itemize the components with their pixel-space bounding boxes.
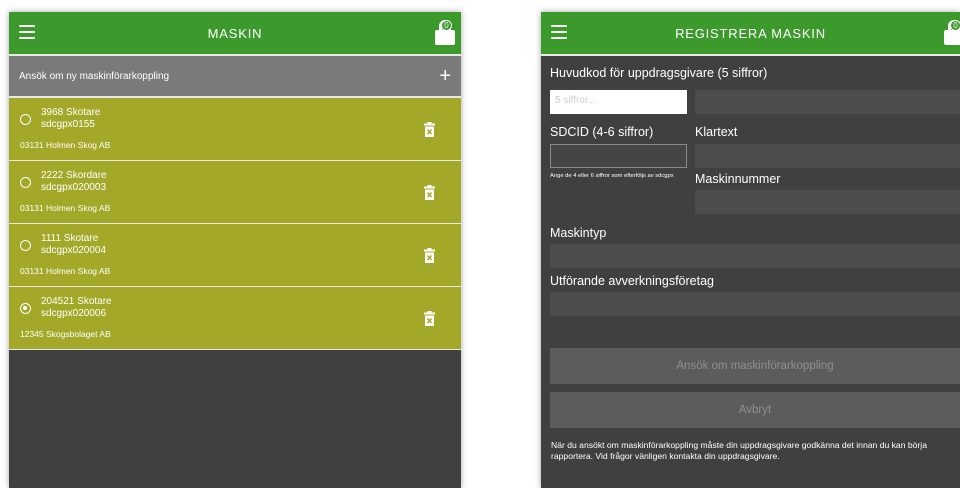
- huvudkod-name-field: [695, 90, 960, 114]
- register-form: Huvudkod för uppdragsgivare (5 siffror) …: [541, 56, 960, 486]
- huvudkod-placeholder: 5 siffror...: [555, 95, 596, 106]
- plus-icon[interactable]: +: [439, 66, 451, 86]
- sdcid-hint: Ange de 4 eller 6 siffror som efterföljs…: [550, 173, 674, 179]
- machine-name: 1111 Skotare: [41, 233, 99, 244]
- utforande-label: Utförande avverkningsföretag: [550, 274, 714, 288]
- machine-organization: 03131 Holmen Skog AB: [20, 140, 111, 150]
- lock-badge: 0: [950, 20, 960, 31]
- sdcid-label: SDCID (4-6 siffror): [550, 125, 654, 139]
- machine-code: sdcgpx020006: [41, 308, 107, 319]
- app-bar: REGISTRERA MASKIN 0: [541, 12, 960, 56]
- register-machine-screen: REGISTRERA MASKIN 0 Huvudkod för uppdrag…: [541, 12, 960, 488]
- hamburger-menu-icon[interactable]: [551, 25, 567, 39]
- trash-icon[interactable]: [424, 311, 435, 326]
- machine-name: 204521 Skotare: [41, 296, 112, 307]
- lock-icon[interactable]: 0: [435, 20, 455, 46]
- utforande-field: [550, 292, 960, 316]
- lock-icon[interactable]: 0: [944, 20, 960, 46]
- klartext-field: [695, 144, 960, 168]
- trash-icon[interactable]: [424, 122, 435, 137]
- maskintyp-field: [550, 244, 960, 268]
- maskinnummer-label: Maskinnummer: [695, 172, 781, 186]
- apply-connection-button[interactable]: Ansök om maskinförarkoppling: [550, 348, 960, 384]
- app-bar: MASKIN 0: [9, 12, 461, 56]
- page-title: MASKIN: [207, 25, 263, 41]
- apply-new-connection-label: Ansök om ny maskinförarkoppling: [19, 70, 170, 82]
- machine-code: sdcgpx020003: [41, 182, 107, 193]
- machine-list: 3968 Skotare sdcgpx0155 03131 Holmen Sko…: [9, 98, 461, 350]
- radio-button[interactable]: [20, 240, 31, 251]
- machine-list-screen: MASKIN 0 Ansök om ny maskinförarkoppling…: [9, 12, 461, 488]
- machine-code: sdcgpx0155: [41, 119, 95, 130]
- machine-name: 3968 Skotare: [41, 107, 101, 118]
- maskinnummer-field: [695, 190, 960, 214]
- machine-organization: 03131 Holmen Skog AB: [20, 266, 111, 276]
- machine-code: sdcgpx020004: [41, 245, 107, 256]
- machine-organization: 03131 Holmen Skog AB: [20, 203, 111, 213]
- trash-icon[interactable]: [424, 248, 435, 263]
- page-title: REGISTRERA MASKIN: [675, 25, 826, 41]
- sdcid-input[interactable]: [550, 144, 687, 168]
- machine-organization: 12345 Skogsbolaget AB: [20, 329, 111, 339]
- trash-icon[interactable]: [424, 185, 435, 200]
- klartext-label: Klartext: [695, 125, 738, 139]
- machine-item[interactable]: 1111 Skotare sdcgpx020004 03131 Holmen S…: [9, 224, 461, 287]
- machine-item[interactable]: 204521 Skotare sdcgpx020006 12345 Skogsb…: [9, 287, 461, 350]
- radio-button[interactable]: [20, 177, 31, 188]
- maskintyp-label: Maskintyp: [550, 226, 607, 240]
- radio-button[interactable]: [20, 303, 31, 314]
- radio-button[interactable]: [20, 114, 31, 125]
- apply-new-connection-row[interactable]: Ansök om ny maskinförarkoppling +: [9, 56, 461, 98]
- huvudkod-label: Huvudkod för uppdragsgivare (5 siffror): [550, 66, 768, 80]
- lock-badge: 0: [441, 20, 452, 31]
- machine-name: 2222 Skordare: [41, 170, 107, 181]
- machine-item[interactable]: 2222 Skordare sdcgpx020003 03131 Holmen …: [9, 161, 461, 224]
- cancel-button[interactable]: Avbryt: [550, 392, 960, 428]
- machine-item[interactable]: 3968 Skotare sdcgpx0155 03131 Holmen Sko…: [9, 98, 461, 161]
- info-note: När du ansökt om maskinförarkoppling mås…: [551, 440, 927, 461]
- huvudkod-input[interactable]: 5 siffror...: [550, 90, 687, 114]
- hamburger-menu-icon[interactable]: [19, 25, 35, 39]
